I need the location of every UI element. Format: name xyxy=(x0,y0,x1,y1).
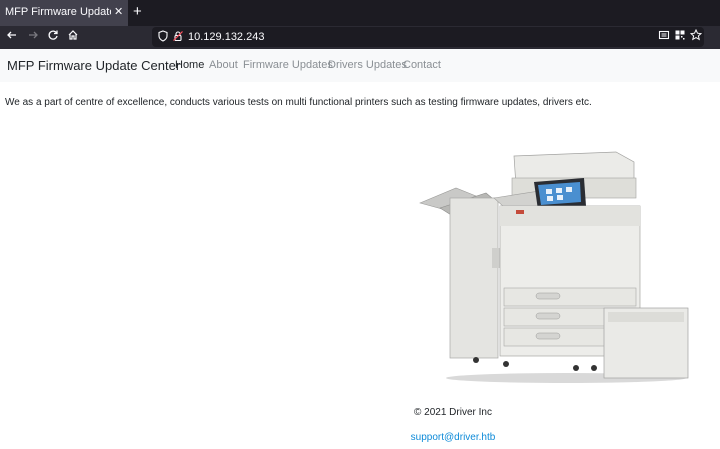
insecure-lock-icon[interactable] xyxy=(171,30,185,44)
printer-image xyxy=(419,151,689,383)
nav-link-firmware-updates[interactable]: Firmware Updates xyxy=(243,59,333,71)
navbar-brand[interactable]: MFP Firmware Update Center xyxy=(7,58,180,73)
nav-link-home[interactable]: Home xyxy=(175,59,204,71)
site-navbar: MFP Firmware Update Center Home About Fi… xyxy=(0,49,720,82)
support-email-link[interactable]: support@driver.htb xyxy=(0,432,720,443)
address-bar[interactable]: 10.129.132.243 xyxy=(152,27,704,47)
tab-title: MFP Firmware Update Center xyxy=(5,6,111,18)
nav-link-contact[interactable]: Contact xyxy=(403,59,441,71)
nav-link-drivers-updates[interactable]: Drivers Updates xyxy=(328,59,407,71)
url-text[interactable]: 10.129.132.243 xyxy=(188,31,264,43)
reload-icon[interactable] xyxy=(45,29,61,45)
intro-paragraph: We as a part of centre of excellence, co… xyxy=(5,97,592,108)
close-icon[interactable]: ✕ xyxy=(114,5,123,18)
back-arrow-icon[interactable] xyxy=(4,29,20,45)
new-tab-icon[interactable]: + xyxy=(133,3,142,20)
nav-link-about[interactable]: About xyxy=(209,59,238,71)
home-icon[interactable] xyxy=(65,29,81,45)
bookmark-star-icon[interactable] xyxy=(689,28,703,43)
reader-view-icon[interactable] xyxy=(657,29,671,43)
browser-tab[interactable]: MFP Firmware Update Center ✕ xyxy=(0,0,128,26)
browser-toolbar: 10.129.132.243 xyxy=(0,26,720,49)
browser-tab-bar: MFP Firmware Update Center ✕ + xyxy=(0,0,720,26)
footer-copyright: © 2021 Driver Inc xyxy=(414,407,492,418)
qr-code-icon[interactable] xyxy=(673,29,687,43)
shield-icon[interactable] xyxy=(156,30,170,44)
forward-arrow-icon[interactable] xyxy=(25,29,41,45)
